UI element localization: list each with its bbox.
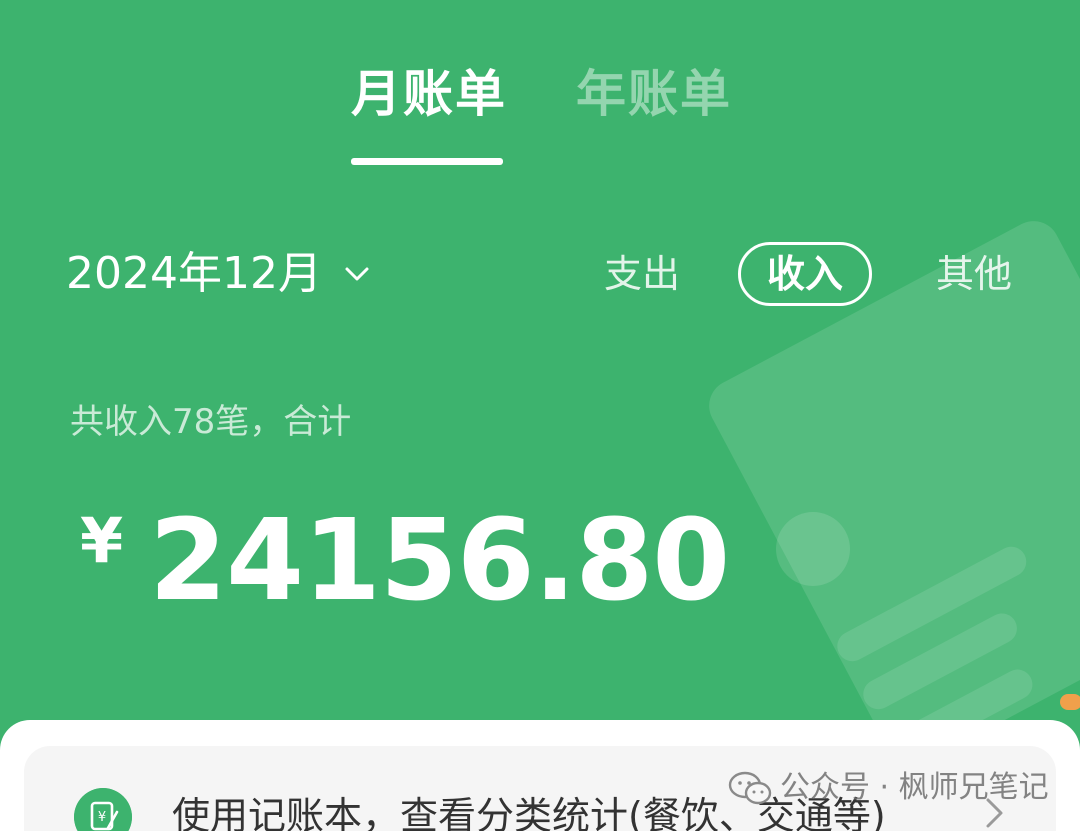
filter-expense[interactable]: 支出 <box>604 246 680 302</box>
svg-text:¥: ¥ <box>98 810 106 825</box>
filter-other[interactable]: 其他 <box>936 246 1012 302</box>
watermark: 公众号 · 枫师兄笔记 <box>728 768 1049 808</box>
active-tab-indicator <box>351 158 503 165</box>
bill-screen: 月账单 年账单 2024年12月 支出 收入 其他 共收入78笔，合计 ¥ 24… <box>0 0 1080 831</box>
chevron-down-icon <box>345 267 369 281</box>
amount-value: 24156.80 <box>149 496 730 626</box>
month-selector[interactable]: 2024年12月 <box>66 244 370 304</box>
tab-monthly-bill[interactable]: 月账单 <box>351 62 507 126</box>
currency-symbol: ¥ <box>80 504 124 577</box>
decorative-dot <box>1060 694 1080 710</box>
wechat-icon <box>728 771 772 805</box>
filter-income[interactable]: 收入 <box>738 242 872 306</box>
income-summary: 共收入78笔，合计 <box>70 402 352 442</box>
watermark-text: 公众号 · 枫师兄笔记 <box>780 770 1049 805</box>
month-label: 2024年12月 <box>66 248 322 299</box>
total-amount: ¥ 24156.80 <box>80 496 730 626</box>
decorative-circle <box>776 512 850 586</box>
tab-yearly-bill[interactable]: 年账单 <box>576 62 732 126</box>
